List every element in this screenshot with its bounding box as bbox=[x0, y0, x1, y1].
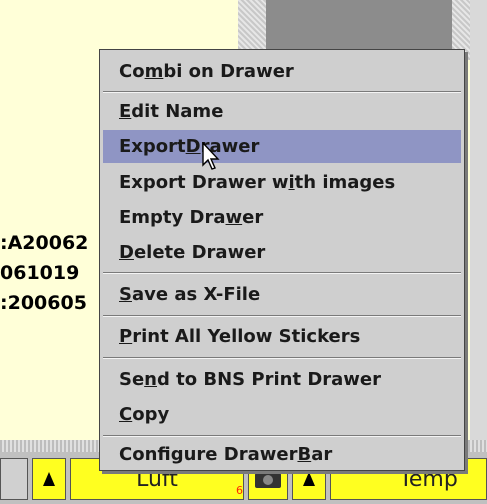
menu-separator bbox=[103, 315, 461, 317]
menu-item-text: opy bbox=[132, 404, 170, 425]
menu-separator bbox=[103, 435, 461, 437]
mnemonic: n bbox=[144, 369, 157, 390]
scrollbar-strip[interactable] bbox=[470, 0, 487, 504]
menu-item-save-as-x-file[interactable]: Save as X-File bbox=[103, 278, 461, 311]
camera-icon bbox=[255, 470, 281, 488]
menu-item-text: Export bbox=[119, 136, 186, 157]
mnemonic: B bbox=[297, 444, 312, 465]
menu-item-text: Configure Drawer bbox=[119, 444, 298, 465]
up-triangle-icon bbox=[43, 472, 55, 486]
menu-item-text: Empty Dra bbox=[119, 207, 226, 228]
menu-separator bbox=[103, 357, 461, 359]
menu-item-text: bi on Drawer bbox=[163, 61, 294, 82]
menu-separator bbox=[103, 272, 461, 274]
mnemonic: m bbox=[144, 61, 164, 82]
menu-item-text: elete Drawer bbox=[133, 242, 266, 263]
menu-item-text: d to BNS Print Drawer bbox=[157, 369, 382, 390]
menu-item-text: er bbox=[242, 207, 264, 228]
menu-item-combi-on-drawer[interactable]: Co m bi on Drawer bbox=[103, 55, 461, 88]
mnemonic: D bbox=[185, 136, 201, 157]
menu-item-empty-drawer[interactable]: Empty Dra w er bbox=[103, 201, 461, 234]
badge-number: 6 bbox=[236, 484, 243, 497]
menu-item-edit-name[interactable]: Edit Name bbox=[103, 95, 461, 128]
menu-separator bbox=[103, 91, 461, 93]
menu-item-delete-drawer[interactable]: Delete Drawer bbox=[103, 236, 461, 269]
menu-item-text: ar bbox=[311, 444, 333, 465]
menu-item-text: ave as X-File bbox=[131, 284, 261, 305]
mnemonic: P bbox=[119, 326, 133, 347]
mnemonic: E bbox=[119, 101, 132, 122]
menu-item-text: Co bbox=[119, 61, 145, 82]
menu-item-text: th images bbox=[294, 172, 396, 193]
menu-item-send-to-bns-print-drawer[interactable]: Se n d to BNS Print Drawer bbox=[103, 363, 461, 396]
menu-item-copy[interactable]: Copy bbox=[103, 398, 461, 431]
context-menu: Co m bi on Drawer Edit Name Export Drawer … bbox=[99, 49, 465, 471]
mouse-pointer-icon bbox=[202, 142, 220, 170]
mnemonic: w bbox=[225, 207, 243, 228]
menu-item-text: dit Name bbox=[131, 101, 224, 122]
mnemonic: D bbox=[119, 242, 134, 263]
background-text-line: :200605 bbox=[0, 292, 87, 314]
menu-item-print-all-yellow-stickers[interactable]: Print All Yellow Stickers bbox=[103, 320, 461, 353]
menu-item-export-drawer[interactable]: Export Drawer bbox=[103, 130, 461, 163]
mnemonic: C bbox=[119, 404, 133, 425]
up-arrow-button[interactable] bbox=[32, 458, 66, 500]
up-triangle-icon bbox=[303, 472, 315, 486]
menu-item-configure-drawer-bar[interactable]: Configure Drawer Bar bbox=[103, 438, 461, 471]
left-edge-button[interactable] bbox=[0, 458, 28, 500]
background-text-line: 061019 bbox=[0, 262, 80, 284]
background-text-line: :A20062 bbox=[0, 232, 89, 254]
menu-item-text: Se bbox=[119, 369, 145, 390]
menu-item-export-drawer-with-images[interactable]: Export Drawer w i th images bbox=[103, 166, 461, 199]
menu-item-text: Export Drawer w bbox=[119, 172, 289, 193]
mnemonic: S bbox=[119, 284, 132, 305]
menu-item-text: rint All Yellow Stickers bbox=[132, 326, 361, 347]
